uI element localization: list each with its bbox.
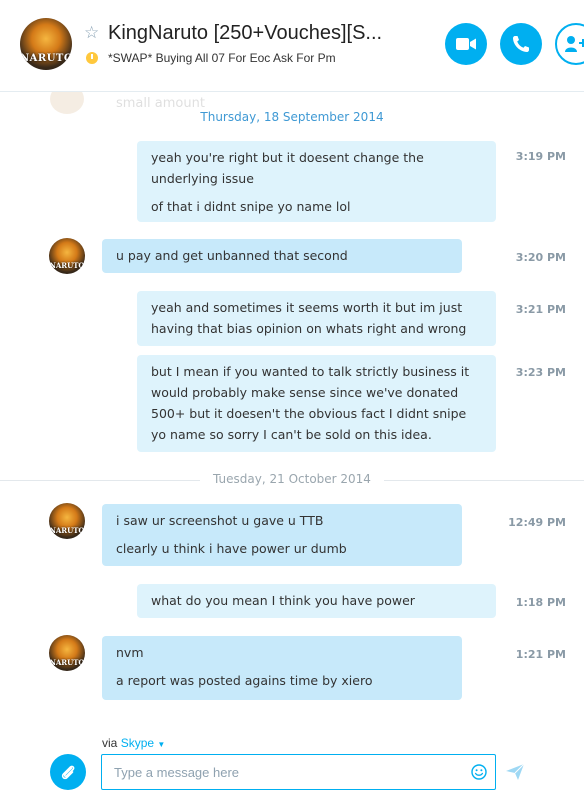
message-text: of that i didnt snipe yo name lol	[151, 199, 351, 214]
chevron-down-icon[interactable]: ▼	[157, 740, 165, 749]
emoji-icon[interactable]	[471, 764, 487, 780]
message-text: but I mean if you wanted to talk strictl…	[151, 364, 470, 442]
date-separator: Tuesday, 21 October 2014	[213, 472, 371, 486]
via-service[interactable]: Skype	[121, 736, 154, 750]
mood-icon	[86, 52, 98, 64]
message-time: 1:18 PM	[515, 596, 566, 609]
message-bubble-outgoing[interactable]: yeah you're right but it doesent change …	[137, 141, 496, 222]
message-bubble-outgoing[interactable]: yeah and sometimes it seems worth it but…	[137, 291, 496, 346]
message-time: 1:21 PM	[515, 648, 566, 661]
message-input[interactable]	[114, 763, 454, 781]
mood-message: *SWAP* Buying All 07 For Eoc Ask For Pm	[108, 51, 336, 65]
message-time: 3:20 PM	[515, 251, 566, 264]
avatar-text: NARUTO	[49, 658, 85, 667]
message-text: small amount	[116, 96, 205, 111]
message-bubble-outgoing[interactable]: what do you mean I think you have power	[137, 584, 496, 618]
date-divider-line	[384, 480, 584, 481]
send-icon[interactable]	[505, 763, 525, 781]
conversation[interactable]: small amount Thursday, 18 September 2014…	[0, 92, 584, 700]
video-call-button[interactable]	[445, 23, 487, 65]
attach-icon	[61, 765, 75, 780]
add-contact-button[interactable]	[555, 23, 584, 65]
contact-avatar[interactable]: NARUTO	[49, 503, 85, 539]
audio-call-button[interactable]	[500, 23, 542, 65]
message-time: 3:23 PM	[515, 366, 566, 379]
message-text: a report was posted agains time by xiero	[116, 673, 373, 688]
message-text: u pay and get unbanned that second	[116, 248, 348, 263]
via-label: via	[102, 736, 118, 750]
message-text: yeah you're right but it doesent change …	[151, 150, 424, 186]
phone-icon	[513, 36, 529, 52]
message-bubble-incoming[interactable]: i saw ur screenshot u gave u TTB clearly…	[102, 504, 462, 566]
message-time: 12:49 PM	[508, 516, 566, 529]
attach-button[interactable]	[50, 754, 86, 790]
contact-avatar[interactable]: NARUTO	[49, 635, 85, 671]
contact-name[interactable]: KingNaruto [250+Vouches][S...	[108, 22, 408, 45]
message-text: clearly u think i have power ur dumb	[116, 541, 347, 556]
message-bubble-outgoing[interactable]: but I mean if you wanted to talk strictl…	[137, 355, 496, 452]
contact-avatar[interactable]: NARUTO	[20, 18, 72, 70]
avatar-text: NARUTO	[49, 526, 85, 535]
message-input-box[interactable]	[101, 754, 496, 790]
message-text: yeah and sometimes it seems worth it but…	[151, 300, 467, 336]
contact-avatar[interactable]: NARUTO	[49, 238, 85, 274]
message-time: 3:19 PM	[515, 150, 566, 163]
via-service-selector[interactable]: via Skype ▼	[102, 736, 165, 750]
message-time: 3:21 PM	[515, 303, 566, 316]
avatar-text: NARUTO	[49, 261, 85, 270]
message-text: i saw ur screenshot u gave u TTB	[116, 513, 324, 528]
message-text: nvm	[116, 645, 144, 660]
star-icon[interactable]: ☆	[84, 24, 102, 42]
chat-header: NARUTO ☆ KingNaruto [250+Vouches][S... *…	[0, 0, 584, 92]
date-separator: Thursday, 18 September 2014	[200, 110, 384, 124]
video-call-icon	[456, 38, 476, 50]
message-bubble-incoming[interactable]: nvm a report was posted agains time by x…	[102, 636, 462, 700]
add-contact-icon	[565, 36, 584, 52]
message-text: what do you mean I think you have power	[151, 593, 415, 608]
message-bubble-incoming[interactable]: u pay and get unbanned that second	[102, 239, 462, 273]
avatar-text: NARUTO	[20, 53, 72, 64]
